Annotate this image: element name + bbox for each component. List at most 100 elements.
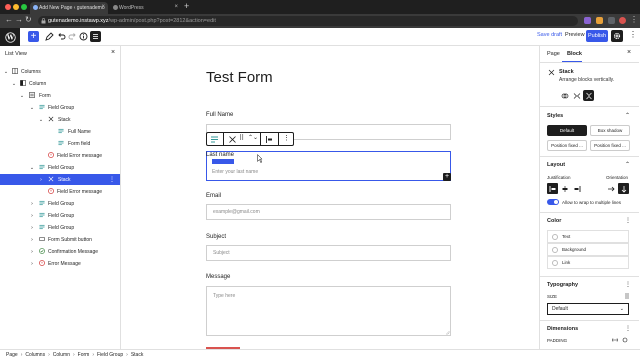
close-icon[interactable]: ×: [111, 49, 115, 56]
list-item-stack[interactable]: ⌄ Stack: [0, 114, 120, 125]
parent-block-icon[interactable]: [210, 135, 219, 144]
list-item-field-group[interactable]: ⌄ Field Group: [0, 162, 120, 173]
orientation-horizontal-icon[interactable]: [605, 183, 616, 194]
chevron-up-icon[interactable]: ⌃: [625, 112, 630, 119]
list-item-field-error[interactable]: Field Error message: [0, 186, 120, 197]
more-options-icon[interactable]: ⋮: [283, 134, 290, 142]
window-close-dot[interactable]: [5, 4, 11, 10]
justify-right-icon[interactable]: [571, 183, 582, 194]
chevron-down-icon[interactable]: ⌄: [19, 93, 25, 99]
variation-stack-icon[interactable]: [583, 90, 594, 101]
variation-row-icon[interactable]: [571, 90, 582, 101]
style-position-fixed-button[interactable]: Position fixed ...: [547, 140, 587, 151]
unlink-sides-icon[interactable]: [612, 337, 618, 343]
list-item-form-field[interactable]: Form field: [0, 138, 120, 149]
tab-page[interactable]: Page: [547, 51, 560, 57]
breadcrumb-item[interactable]: Form: [78, 352, 90, 358]
browser-tab[interactable]: WordPress ×: [110, 2, 180, 14]
chevron-down-icon[interactable]: ⌄: [3, 69, 9, 75]
browser-tab-active[interactable]: Add New Page ‹ gutenademo ×: [30, 2, 108, 14]
justify-left-icon[interactable]: [265, 135, 274, 144]
color-link-item[interactable]: Link: [547, 256, 629, 269]
window-zoom-dot[interactable]: [21, 4, 27, 10]
details-info-icon[interactable]: [78, 31, 89, 42]
style-default-button[interactable]: Default: [547, 125, 587, 136]
style-position-fixed-button[interactable]: Position fixed ...: [590, 140, 630, 151]
tools-pencil-icon[interactable]: [44, 31, 55, 42]
reload-icon[interactable]: ↻: [25, 15, 32, 24]
color-background-item[interactable]: Background: [547, 243, 629, 256]
breadcrumb-item[interactable]: Field Group: [97, 352, 123, 358]
list-item-options-icon[interactable]: ⋮: [109, 176, 115, 183]
profile-avatar[interactable]: [619, 17, 626, 24]
list-item-field-group[interactable]: › Field Group: [0, 198, 120, 209]
list-item-stack-selected[interactable]: › Stack ⋮: [0, 174, 120, 185]
list-view-toggle-button[interactable]: [90, 31, 101, 42]
justify-left-icon[interactable]: [547, 183, 558, 194]
extension-icon[interactable]: [596, 17, 603, 24]
padding-settings-icon[interactable]: [622, 337, 628, 343]
more-options-icon[interactable]: ⋮: [625, 325, 631, 332]
move-arrows-icon[interactable]: ⌃⌄: [248, 134, 258, 141]
drag-handle-icon[interactable]: ⠿: [239, 134, 244, 142]
chevron-right-icon[interactable]: ›: [29, 237, 35, 243]
list-item-field-group[interactable]: › Field Group: [0, 222, 120, 233]
chevron-down-icon[interactable]: ⌄: [38, 117, 44, 123]
resize-handle-icon[interactable]: [445, 330, 450, 335]
block-inserter-button[interactable]: +: [28, 31, 39, 42]
chevron-right-icon[interactable]: ›: [29, 249, 35, 255]
browser-menu-icon[interactable]: ⋮: [630, 15, 638, 24]
chevron-right-icon[interactable]: ›: [38, 177, 44, 183]
tab-close-icon[interactable]: ×: [101, 4, 105, 10]
publish-button[interactable]: Publish: [586, 30, 608, 42]
tab-block[interactable]: Block: [567, 51, 582, 57]
message-textarea[interactable]: Type here: [206, 286, 451, 336]
forward-icon[interactable]: →: [15, 15, 23, 24]
address-bar[interactable]: gutenademo.instawp.xyz/wp-admin/post.php…: [38, 16, 578, 26]
chevron-up-icon[interactable]: ⌃: [625, 161, 630, 168]
font-size-select[interactable]: Default ⌄: [547, 303, 629, 315]
style-box-shadow-button[interactable]: Box shadow: [590, 125, 630, 136]
breadcrumb-item[interactable]: Columns: [25, 352, 45, 358]
justify-center-icon[interactable]: [559, 183, 570, 194]
list-item-field-group[interactable]: › Field Group: [0, 210, 120, 221]
subject-input[interactable]: Subject: [206, 245, 451, 261]
list-item-field-error[interactable]: Field Error message: [0, 150, 120, 161]
variation-group-icon[interactable]: [559, 90, 570, 101]
list-item-confirmation[interactable]: › Confirmation Message: [0, 246, 120, 257]
wrap-toggle[interactable]: [547, 199, 559, 205]
chevron-right-icon[interactable]: ›: [29, 201, 35, 207]
breadcrumb-item[interactable]: Column: [53, 352, 70, 358]
stack-icon[interactable]: [228, 135, 237, 144]
list-item-field-group[interactable]: ⌄ Field Group: [0, 102, 120, 113]
lock-icon[interactable]: [41, 18, 46, 24]
list-item-columns[interactable]: ⌄ Columns: [0, 66, 120, 77]
more-options-icon[interactable]: ⋮: [629, 31, 637, 39]
close-icon[interactable]: ×: [627, 49, 631, 56]
settings-gear-icon[interactable]: [611, 30, 623, 42]
custom-size-icon[interactable]: [624, 293, 630, 299]
list-item-submit-button[interactable]: › Form Submit button: [0, 234, 120, 245]
color-text-item[interactable]: Text: [547, 230, 629, 243]
orientation-vertical-icon[interactable]: [618, 183, 629, 194]
chevron-right-icon[interactable]: ›: [29, 213, 35, 219]
email-input[interactable]: example@gmail.com: [206, 204, 451, 220]
add-block-button[interactable]: +: [443, 173, 451, 181]
list-item-full-name[interactable]: Full Name: [0, 126, 120, 137]
more-options-icon[interactable]: ⋮: [625, 281, 631, 288]
new-tab-icon[interactable]: +: [184, 1, 189, 11]
post-title[interactable]: Test Form: [206, 69, 273, 86]
chevron-down-icon[interactable]: ⌄: [29, 165, 35, 171]
back-icon[interactable]: ←: [5, 15, 13, 24]
breadcrumb-item[interactable]: Page: [6, 352, 18, 358]
extension-icon[interactable]: [608, 17, 615, 24]
wordpress-logo-icon[interactable]: W: [0, 28, 20, 46]
redo-icon[interactable]: [67, 31, 78, 42]
chevron-right-icon[interactable]: ›: [29, 261, 35, 267]
chevron-down-icon[interactable]: ⌄: [29, 105, 35, 111]
more-options-icon[interactable]: ⋮: [625, 217, 631, 224]
list-item-form[interactable]: ⌄ Form: [0, 90, 120, 101]
window-minimize-dot[interactable]: [13, 4, 19, 10]
list-item-error-message[interactable]: › Error Message: [0, 258, 120, 269]
breadcrumb-item-current[interactable]: Stack: [131, 352, 144, 358]
